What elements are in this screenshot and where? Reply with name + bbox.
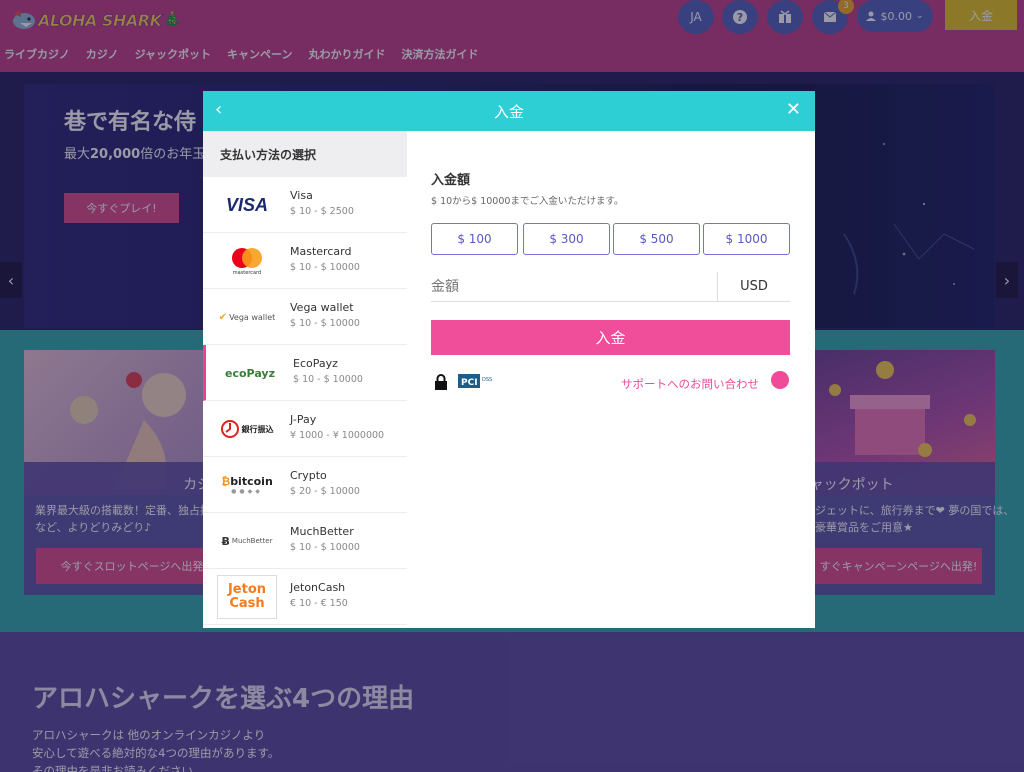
visa-logo-text: VISA — [225, 194, 268, 215]
jpay-icon — [220, 420, 239, 438]
jetoncash-logo-text: Jeton Cash — [227, 582, 267, 611]
payment-method-mastercard[interactable]: mastercard Mastercard $ 10 - $ 10000 — [203, 233, 407, 289]
svg-text:PCI: PCI — [461, 378, 478, 388]
amount-label: 入金額 — [431, 173, 471, 188]
mastercard-logo: mastercard — [217, 244, 277, 278]
support-link[interactable]: サポートへのお問い合わせ — [621, 376, 759, 392]
payment-method-jetoncash[interactable]: Jeton Cash JetonCash € 10 - € 150 — [203, 569, 407, 625]
amount-hint: $ 10から$ 10000までご入金いただけます。 — [431, 196, 624, 207]
payment-method-range: $ 20 - $ 10000 — [290, 486, 360, 497]
payment-method-range: € 10 - € 150 — [290, 598, 348, 609]
muchbetter-icon: Ƀ — [221, 534, 230, 548]
mastercard-icon: mastercard — [232, 248, 262, 276]
vega-wallet-logo: ✔ Vega wallet — [217, 300, 277, 334]
vega-icon: ✔ — [218, 311, 228, 323]
payment-method-range: $ 10 - $ 10000 — [290, 542, 360, 553]
deposit-submit-button[interactable]: 入金 — [431, 320, 790, 355]
bitcoin-logo-text: bitcoin — [230, 475, 273, 488]
payment-method-range: $ 10 - $ 2500 — [290, 206, 354, 217]
lock-icon — [435, 374, 447, 390]
crypto-coins-icon: ●●◆◆ — [231, 488, 263, 495]
preset-1000-button[interactable]: $ 1000 — [703, 223, 790, 255]
payment-method-range: $ 10 - $ 10000 — [290, 318, 360, 329]
payment-method-name: Crypto — [290, 469, 327, 482]
crypto-logo: ₿bitcoin ●●◆◆ — [217, 468, 277, 502]
modal-title: 入金 — [493, 103, 524, 121]
muchbetter-logo: Ƀ MuchBetter — [217, 524, 277, 558]
payment-method-muchbetter[interactable]: Ƀ MuchBetter MuchBetter $ 10 - $ 10000 — [203, 513, 407, 569]
preset-300-button[interactable]: $ 300 — [523, 223, 610, 255]
payment-method-name: JetonCash — [290, 581, 346, 594]
svg-text:DSS: DSS — [482, 377, 492, 383]
payment-method-list: 支払い方法の選択 VISA Visa $ 10 - $ 2500 masterc… — [203, 131, 407, 628]
payment-method-jpay[interactable]: 銀行振込 J-Pay ¥ 1000 - ¥ 1000000 — [203, 401, 407, 457]
payment-method-name: Vega wallet — [290, 301, 354, 314]
payment-method-ecopayz[interactable]: ecoPayz EcoPayz $ 10 - $ 10000 — [203, 345, 407, 401]
payment-method-range: $ 10 - $ 10000 — [290, 262, 360, 273]
ecopayz-logo-text: ecoPayz — [225, 366, 275, 380]
payment-method-name: EcoPayz — [293, 357, 338, 370]
payment-method-visa[interactable]: VISA Visa $ 10 - $ 2500 — [203, 177, 407, 233]
bitcoin-icon: ₿bitcoin — [221, 475, 273, 488]
amount-input[interactable] — [431, 272, 717, 302]
muchbetter-logo-text: MuchBetter — [231, 537, 273, 545]
headset-icon[interactable] — [771, 371, 789, 389]
preset-100-button[interactable]: $ 100 — [431, 223, 518, 255]
currency-label: USD — [717, 272, 790, 302]
mastercard-logo-text: mastercard — [233, 270, 261, 276]
payment-method-range: ¥ 1000 - ¥ 1000000 — [290, 430, 385, 441]
preset-500-button[interactable]: $ 500 — [613, 223, 700, 255]
payment-methods-header: 支払い方法の選択 — [203, 131, 407, 177]
payment-method-range: $ 10 - $ 10000 — [293, 374, 363, 385]
deposit-modal: ‹ 入金 ✕ 支払い方法の選択 VISA Visa $ 10 - $ 2500 … — [203, 91, 815, 628]
jetoncash-logo: Jeton Cash — [217, 575, 277, 619]
close-icon[interactable]: ✕ — [786, 99, 801, 120]
payment-method-name: MuchBetter — [290, 525, 354, 538]
payment-method-name: J-Pay — [290, 413, 317, 426]
jpay-logo-text: 銀行振込 — [241, 424, 274, 434]
vega-logo-text: Vega wallet — [229, 312, 276, 322]
jpay-logo: 銀行振込 — [217, 412, 277, 446]
payment-method-name: Mastercard — [290, 245, 352, 258]
payment-method-name: Visa — [290, 189, 313, 202]
visa-logo: VISA — [217, 188, 277, 222]
payment-method-crypto[interactable]: ₿bitcoin ●●◆◆ Crypto $ 20 - $ 10000 — [203, 457, 407, 513]
ecopayz-logo: ecoPayz — [220, 356, 280, 390]
pci-dss-icon: PCI DSS — [458, 374, 492, 388]
modal-header: ‹ 入金 ✕ — [203, 91, 815, 131]
payment-method-vega[interactable]: ✔ Vega wallet Vega wallet $ 10 - $ 10000 — [203, 289, 407, 345]
